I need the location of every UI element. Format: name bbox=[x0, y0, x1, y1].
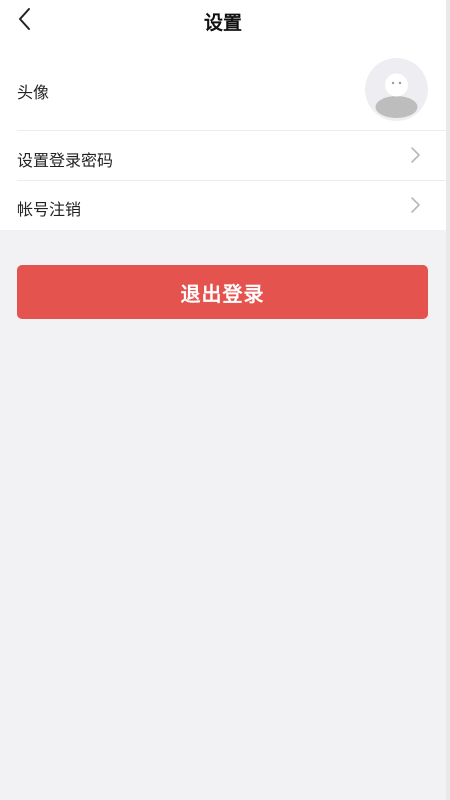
avatar-row[interactable]: 头像 bbox=[0, 50, 446, 130]
edge-shadow bbox=[446, 0, 450, 800]
settings-card: 设置 头像 设置登录密码 帐号注销 bbox=[0, 0, 446, 230]
deactivate-account-row[interactable]: 帐号注销 bbox=[0, 181, 446, 230]
default-avatar-icon[interactable] bbox=[365, 58, 428, 121]
set-password-row[interactable]: 设置登录密码 bbox=[0, 131, 446, 180]
nav-bar: 设置 bbox=[0, 0, 446, 42]
chevron-right-icon bbox=[411, 147, 420, 163]
chevron-right-icon bbox=[411, 197, 420, 213]
settings-screen: 设置 头像 设置登录密码 帐号注销 退出登录 bbox=[0, 0, 450, 800]
logout-button[interactable]: 退出登录 bbox=[17, 265, 428, 319]
avatar-label: 头像 bbox=[17, 83, 50, 102]
deactivate-account-label: 帐号注销 bbox=[17, 200, 82, 219]
set-password-label: 设置登录密码 bbox=[17, 151, 114, 170]
page-title: 设置 bbox=[203, 12, 242, 34]
